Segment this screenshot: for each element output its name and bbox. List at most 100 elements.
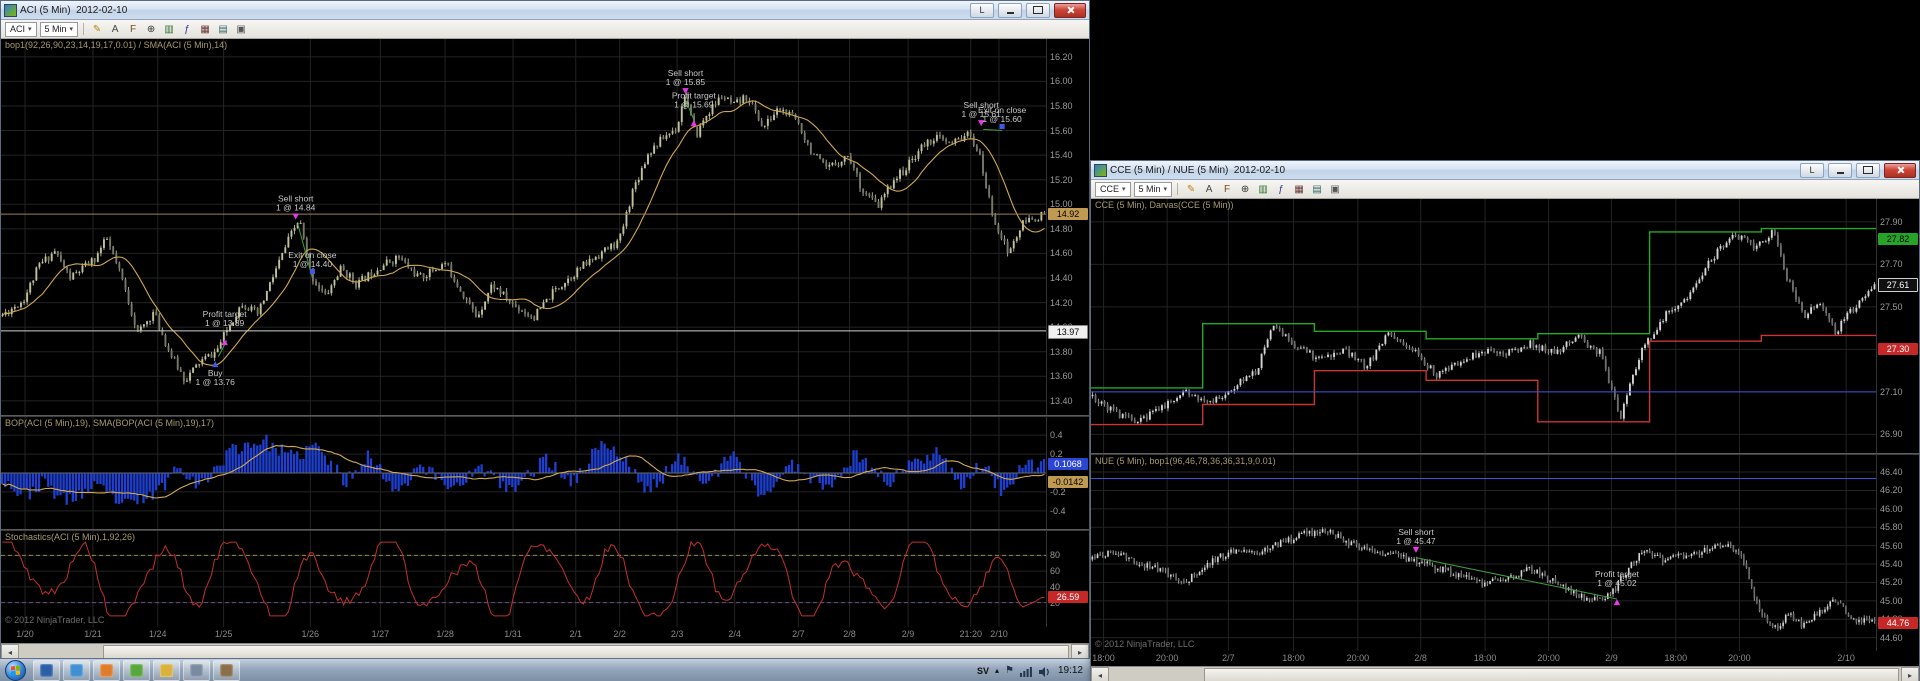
snapshot-icon[interactable]: ▣ bbox=[1327, 182, 1343, 196]
axis-tick-label: 60 bbox=[1050, 566, 1061, 577]
interval-dropdown[interactable]: 5 Min ▾ bbox=[1133, 181, 1173, 197]
bop-axis[interactable]: 0.4 0.2 -0.2 -0.4 0.1068 -0.0142 bbox=[1046, 417, 1089, 529]
text-tool-icon[interactable]: A bbox=[1201, 182, 1217, 196]
scroll-left-button[interactable]: ◂ bbox=[1091, 667, 1109, 681]
action-center-icon[interactable]: ⚑ bbox=[1005, 665, 1014, 676]
cce-nue-chart-window: CCE (5 Min) / NUE (5 Min) 2012-02-10 L C… bbox=[1090, 160, 1920, 681]
maximize-button[interactable] bbox=[1856, 162, 1880, 178]
fibonacci-tool-icon[interactable]: F bbox=[125, 22, 141, 36]
x-axis-label: 2/7 bbox=[792, 629, 805, 639]
x-axis-label: 2/10 bbox=[1837, 653, 1855, 663]
chevron-down-icon: ▾ bbox=[69, 26, 74, 33]
toolbar-separator bbox=[83, 23, 85, 35]
axis-tick-label: 15.60 bbox=[1050, 125, 1073, 136]
interval-dropdown[interactable]: 5 Min ▾ bbox=[39, 21, 79, 37]
close-icon bbox=[1896, 166, 1904, 174]
x-axis-label: 18:00 bbox=[1282, 653, 1305, 663]
axis-tick-label: 45.80 bbox=[1880, 522, 1903, 533]
clock[interactable]: 19:12 bbox=[1058, 665, 1083, 676]
close-button[interactable] bbox=[1884, 162, 1916, 178]
price-badge: 27.30 bbox=[1878, 343, 1918, 356]
taskbar-app-icon-2[interactable] bbox=[63, 660, 90, 681]
text-tool-icon[interactable]: A bbox=[107, 22, 123, 36]
price-axis[interactable]: 16.20 16.00 15.80 15.60 15.40 15.20 15.00 14.80… bbox=[1046, 39, 1089, 415]
scroll-thumb[interactable] bbox=[103, 645, 1069, 659]
toolbar-icons: ✎ A F ⊕ ▥ ƒ ▦ ▤ ▣ bbox=[89, 22, 249, 36]
crosshair-icon[interactable]: ⊕ bbox=[1237, 182, 1253, 196]
taskbar-app-icon-7-glyph bbox=[220, 664, 233, 677]
instrument-dropdown[interactable]: ACI ▾ bbox=[5, 21, 37, 37]
taskbar-app-icon-5[interactable] bbox=[153, 660, 180, 681]
nue-chart-canvas[interactable]: Sell short1 @ 45.47 Profit target1 @ 45.0… bbox=[1091, 455, 1876, 651]
minimize-button[interactable] bbox=[1828, 162, 1852, 178]
x-axis-label: 1/24 bbox=[148, 629, 167, 639]
axis-tick-label: -0.2 bbox=[1050, 486, 1066, 497]
axis-tick-label: 45.60 bbox=[1880, 540, 1903, 551]
x-axis-label: 1/21 bbox=[84, 629, 102, 639]
trade-marker-short: Sell short1 @ 14.84 bbox=[276, 193, 316, 220]
close-button[interactable] bbox=[1054, 2, 1086, 18]
scroll-right-button[interactable]: ▸ bbox=[1901, 667, 1919, 681]
maximize-button[interactable] bbox=[1026, 2, 1050, 18]
indicators-icon[interactable]: ƒ bbox=[1273, 182, 1289, 196]
taskbar-app-icon-6-glyph bbox=[190, 664, 203, 677]
volume-icon[interactable] bbox=[1039, 665, 1052, 677]
price-chart-canvas[interactable]: Buy1 @ 13.76Profit target1 @ 13.89Sell s… bbox=[1, 39, 1046, 415]
stochastics-axis[interactable]: 8060402026.59 bbox=[1046, 531, 1089, 627]
taskbar-app-icon-5-glyph bbox=[160, 664, 173, 677]
snapshot-icon[interactable]: ▣ bbox=[233, 22, 249, 36]
taskbar-app-icon-3[interactable] bbox=[93, 660, 120, 681]
x-axis-label: 18:00 bbox=[1473, 653, 1497, 663]
cce-chart-canvas[interactable] bbox=[1091, 199, 1876, 453]
draw-tools-icon[interactable]: ✎ bbox=[89, 22, 105, 36]
axis-tick-label: 16.00 bbox=[1050, 76, 1073, 87]
toolbar-icons: ✎ A F ⊕ ▥ ƒ ▦ ▤ ▣ bbox=[1183, 182, 1343, 196]
link-button[interactable]: L bbox=[1800, 162, 1824, 178]
chart-style-icon[interactable]: ▥ bbox=[161, 22, 177, 36]
start-button[interactable] bbox=[5, 660, 26, 681]
minimize-button[interactable] bbox=[998, 2, 1022, 18]
x-axis-label: 1/25 bbox=[214, 629, 233, 639]
network-icon[interactable] bbox=[1020, 665, 1033, 677]
svg-text:1 @ 15.69: 1 @ 15.69 bbox=[674, 99, 714, 109]
bop-chart-canvas[interactable] bbox=[1, 417, 1046, 529]
link-button[interactable]: L bbox=[970, 2, 994, 18]
strategies-icon[interactable]: ▦ bbox=[197, 22, 213, 36]
chevron-down-icon: ▾ bbox=[28, 26, 32, 33]
axis-tick-label: 14.40 bbox=[1050, 272, 1073, 283]
titlebar[interactable]: ACI (5 Min) 2012-02-10 L bbox=[1, 1, 1089, 20]
taskbar-app-icon-7[interactable] bbox=[213, 660, 240, 681]
time-axis[interactable]: 1/20 1/21 1/24 1/25 1/26 1/27 1/28 1/31 2/1 2/2 2/… bbox=[1, 627, 1089, 643]
indicators-icon[interactable]: ƒ bbox=[179, 22, 195, 36]
strategies-icon[interactable]: ▦ bbox=[1291, 182, 1307, 196]
titlebar[interactable]: CCE (5 Min) / NUE (5 Min) 2012-02-10 L bbox=[1091, 161, 1919, 180]
cce-price-axis[interactable]: 27.90 27.70 27.50 27.30 27.10 26.90 27.82 27.61… bbox=[1876, 199, 1919, 453]
price-badge: 27.82 bbox=[1878, 232, 1918, 245]
taskbar-app-icon-6[interactable] bbox=[183, 660, 210, 681]
taskbar-app-icon-1[interactable] bbox=[33, 660, 60, 681]
axis-tick-label: 0.4 bbox=[1050, 430, 1063, 441]
axis-tick-label: 27.90 bbox=[1880, 216, 1903, 227]
trade-marker-exit: Exit on close1 @ 15.60 bbox=[978, 105, 1026, 130]
scroll-track[interactable] bbox=[1109, 667, 1901, 681]
x-axis-label: 21:20 bbox=[959, 629, 983, 639]
stochastics-chart-canvas[interactable] bbox=[1, 531, 1046, 627]
scroll-thumb[interactable] bbox=[1204, 668, 1899, 681]
x-axis-label: 1/28 bbox=[436, 629, 454, 639]
stochastics-panel: Stochastics(ACI (5 Min),1,92,26) 80 60 40 2… bbox=[1, 531, 1089, 627]
nue-price-axis[interactable]: 46.40 46.20 46.00 45.80 45.60 45.40 45.20 45.00… bbox=[1876, 455, 1919, 651]
axis-tick-label: 45.20 bbox=[1880, 577, 1903, 588]
chart-style-icon[interactable]: ▥ bbox=[1255, 182, 1271, 196]
data-box-icon[interactable]: ▤ bbox=[215, 22, 231, 36]
copyright-text: © 2012 NinjaTrader, LLC bbox=[5, 615, 105, 625]
hidden-icons-button[interactable]: ▴ bbox=[995, 666, 999, 675]
draw-tools-icon[interactable]: ✎ bbox=[1183, 182, 1199, 196]
time-axis[interactable]: 18:00 20:00 2/7 18:00 20:00 2/8 18:00 20:00 2/9 1… bbox=[1091, 651, 1919, 666]
data-box-icon[interactable]: ▤ bbox=[1309, 182, 1325, 196]
language-indicator[interactable]: SV bbox=[977, 666, 989, 676]
bop-panel: BOP(ACI (5 Min),19), SMA(BOP(ACI (5 Min)… bbox=[1, 417, 1089, 529]
crosshair-icon[interactable]: ⊕ bbox=[143, 22, 159, 36]
instrument-dropdown[interactable]: CCE ▾ bbox=[1095, 181, 1131, 197]
fibonacci-tool-icon[interactable]: F bbox=[1219, 182, 1235, 196]
taskbar-app-icon-4[interactable] bbox=[123, 660, 150, 681]
